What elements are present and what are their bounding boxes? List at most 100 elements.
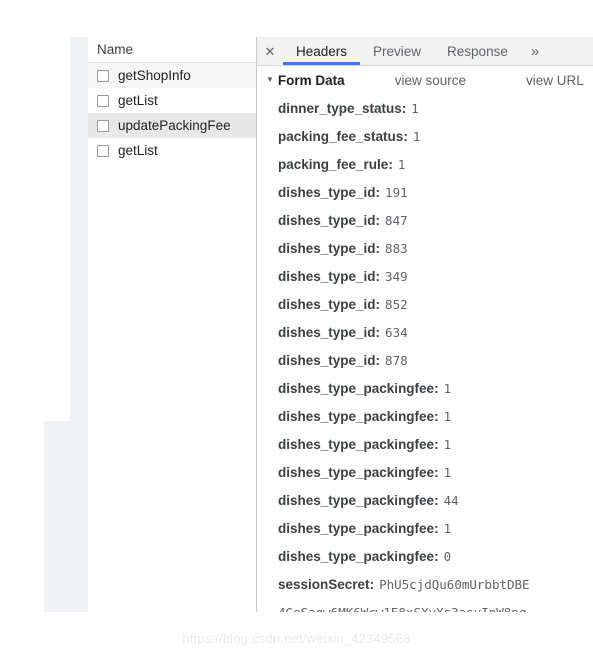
form-data-key: dishes_type_id <box>278 212 376 228</box>
form-data-key: dishes_type_id <box>278 324 376 340</box>
form-data-value-continuation: 4GeSagw6MK6Wrw1E8xSXyXs3asyInW8nq <box>278 604 527 613</box>
form-data-value: 634 <box>385 324 408 340</box>
form-data-value: 852 <box>385 296 408 312</box>
form-data-row[interactable]: dishes_type_packingfee:1 <box>278 430 593 458</box>
form-data-colon: : <box>434 408 439 424</box>
network-request-row-getlist-2[interactable]: getList <box>88 138 256 163</box>
checkbox-icon[interactable] <box>97 69 109 82</box>
form-data-row[interactable]: dishes_type_id:847 <box>278 206 593 234</box>
form-data-row[interactable]: dishes_type_packingfee:1 <box>278 514 593 542</box>
form-data-key: dishes_type_packingfee <box>278 492 435 508</box>
form-data-key: dishes_type_id <box>278 240 376 256</box>
network-list-column-header-name[interactable]: Name <box>88 37 256 63</box>
form-data-value: PhU5cjdQu60mUrbbtDBE <box>379 576 530 592</box>
form-data-colon: : <box>375 184 381 200</box>
form-data-value: 847 <box>385 212 408 228</box>
form-data-colon: : <box>403 128 408 144</box>
form-data-colon: : <box>375 240 381 256</box>
form-data-value: 1 <box>412 128 421 144</box>
form-data-colon: : <box>375 352 381 368</box>
form-data-row[interactable]: dishes_type_id:883 <box>278 234 593 262</box>
network-request-row-getshopinfo[interactable]: getShopInfo <box>88 63 256 88</box>
form-data-row-session-secret[interactable]: sessionSecret: PhU5cjdQu60mUrbbtDBE <box>278 570 593 598</box>
form-data-colon: : <box>434 492 439 508</box>
triangle-down-icon[interactable]: ▼ <box>266 76 274 84</box>
form-data-row[interactable]: dishes_type_id:191 <box>278 178 593 206</box>
headers-content: ▼ Form Data view source view URL dinner_… <box>257 66 593 612</box>
detail-tab-bar: ✕ Headers Preview Response » <box>257 37 593 66</box>
checkbox-icon[interactable] <box>97 144 109 157</box>
form-data-row[interactable]: dishes_type_packingfee:1 <box>278 458 593 486</box>
view-source-link[interactable]: view source <box>395 73 466 88</box>
network-request-name: getList <box>118 143 158 158</box>
form-data-row[interactable]: dishes_type_packingfee:1 <box>278 374 593 402</box>
form-data-key: dishes_type_id <box>278 352 376 368</box>
form-data-key: dishes_type_packingfee <box>278 520 435 536</box>
close-icon[interactable]: ✕ <box>257 37 283 65</box>
form-data-key: dishes_type_packingfee <box>278 548 435 564</box>
form-data-colon: : <box>375 296 381 312</box>
form-data-row[interactable]: dishes_type_id:878 <box>278 346 593 374</box>
form-data-value: 349 <box>385 268 408 284</box>
form-data-row[interactable]: dishes_type_packingfee:44 <box>278 486 593 514</box>
form-data-row[interactable]: dishes_type_id:349 <box>278 262 593 290</box>
form-data-value: 883 <box>385 240 408 256</box>
checkbox-icon[interactable] <box>97 94 109 107</box>
form-data-colon: : <box>401 100 407 116</box>
network-list-empty-space <box>88 163 256 612</box>
network-request-name: updatePackingFee <box>118 118 231 133</box>
network-request-list: Name getShopInfo getList updatePackingFe… <box>88 37 257 612</box>
network-request-name: getList <box>118 93 158 108</box>
form-data-key: dinner_type_status <box>278 100 402 116</box>
form-data-key: dishes_type_id <box>278 268 376 284</box>
tab-headers[interactable]: Headers <box>283 37 361 65</box>
form-data-row[interactable]: dishes_type_packingfee:1 <box>278 402 593 430</box>
form-data-colon: : <box>369 576 375 592</box>
form-data-key: dishes_type_packingfee <box>278 380 435 396</box>
form-data-key: dishes_type_packingfee <box>278 436 435 452</box>
form-data-key: dishes_type_packingfee <box>278 408 435 424</box>
chevron-double-right-icon[interactable]: » <box>521 37 549 65</box>
form-data-colon: : <box>434 548 439 564</box>
form-data-key: sessionSecret <box>278 576 370 592</box>
checkbox-icon[interactable] <box>97 119 109 132</box>
form-data-colon: : <box>375 212 381 228</box>
form-data-key: packing_fee_status <box>278 128 404 144</box>
form-data-value: 1 <box>443 436 452 452</box>
form-data-section-header: ▼ Form Data view source view URL <box>257 66 593 94</box>
form-data-key: dishes_type_id <box>278 296 376 312</box>
form-data-row[interactable]: dishes_type_id:634 <box>278 318 593 346</box>
form-data-value: 191 <box>385 184 408 200</box>
form-data-colon: : <box>388 156 393 172</box>
form-data-value: 878 <box>385 352 408 368</box>
network-request-name: getShopInfo <box>118 68 191 83</box>
form-data-row[interactable]: dishes_type_id:852 <box>278 290 593 318</box>
tab-preview[interactable]: Preview <box>360 37 434 65</box>
network-request-row-updatepackingfee[interactable]: updatePackingFee <box>88 113 256 138</box>
form-data-key: packing_fee_rule <box>278 156 389 172</box>
form-data-row[interactable]: dinner_type_status:1 <box>278 94 593 122</box>
form-data-colon: : <box>434 520 439 536</box>
form-data-value: 0 <box>443 548 452 564</box>
form-data-row[interactable]: dishes_type_packingfee:0 <box>278 542 593 570</box>
request-detail-pane: ✕ Headers Preview Response » ▼ Form Data… <box>257 37 593 612</box>
form-data-row-session-secret-continued[interactable]: 4GeSagw6MK6Wrw1E8xSXyXs3asyInW8nq <box>278 598 593 613</box>
form-data-colon: : <box>434 380 439 396</box>
form-data-colon: : <box>375 324 381 340</box>
form-data-value: 1 <box>411 100 419 116</box>
form-data-value: 44 <box>443 492 459 508</box>
form-data-value: 1 <box>443 520 452 536</box>
view-url-link[interactable]: view URL <box>526 73 584 88</box>
form-data-colon: : <box>375 268 381 284</box>
form-data-colon: : <box>434 464 439 480</box>
tab-response[interactable]: Response <box>434 37 521 65</box>
form-data-value: 1 <box>443 380 452 396</box>
form-data-value: 1 <box>443 408 452 424</box>
form-data-row[interactable]: packing_fee_rule:1 <box>278 150 593 178</box>
form-data-key: dishes_type_packingfee <box>278 464 435 480</box>
form-data-colon: : <box>434 436 439 452</box>
network-request-row-getlist-1[interactable]: getList <box>88 88 256 113</box>
form-data-row[interactable]: packing_fee_status:1 <box>278 122 593 150</box>
form-data-key: dishes_type_id <box>278 184 376 200</box>
devtools-network-panel: Name getShopInfo getList updatePackingFe… <box>88 37 593 612</box>
